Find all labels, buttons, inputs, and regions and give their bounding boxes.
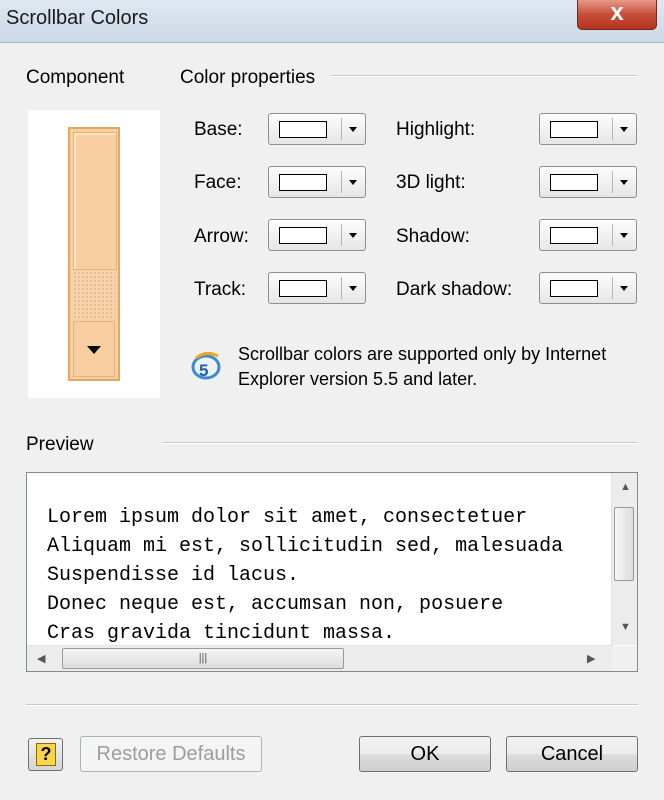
component-label: Component xyxy=(26,67,125,88)
color-properties-label: Color properties xyxy=(180,67,316,88)
scrollbar-sample xyxy=(28,110,160,398)
preview-text: Lorem ipsum dolor sit amet, consectetuer… xyxy=(47,503,607,648)
preview-line: Aliquam mi est, sollicitudin sed, malesu… xyxy=(47,535,564,558)
base-label: Base: xyxy=(194,119,243,140)
preview-line: Donec neque est, accumsan non, posuere xyxy=(47,593,504,616)
horizontal-scroll-thumb[interactable]: ||| xyxy=(62,648,344,669)
face-color-picker[interactable] xyxy=(268,166,366,198)
arrow-color-swatch xyxy=(279,227,327,244)
track-color-picker[interactable] xyxy=(268,272,366,304)
highlight-color-picker[interactable] xyxy=(539,113,637,145)
ie5-icon: 5 xyxy=(191,351,221,380)
cancel-button[interactable]: Cancel xyxy=(506,736,638,772)
face-color-swatch xyxy=(279,174,327,191)
title-bar: Scrollbar Colors x xyxy=(0,0,664,43)
vertical-scroll-thumb[interactable] xyxy=(614,507,634,581)
base-color-picker[interactable] xyxy=(268,113,366,145)
chevron-down-icon xyxy=(620,233,628,238)
close-button[interactable]: x xyxy=(577,0,657,30)
3d-light-color-picker[interactable] xyxy=(539,166,637,198)
scroll-up-icon[interactable]: ▲ xyxy=(620,481,631,493)
svg-text:5: 5 xyxy=(199,361,208,380)
arrow-label: Arrow: xyxy=(194,226,249,247)
preview-line: Cras gravida tincidunt massa. xyxy=(47,622,396,645)
dark-shadow-label: Dark shadow: xyxy=(396,279,513,300)
color-properties-divider xyxy=(330,75,638,77)
close-icon: x xyxy=(610,0,624,26)
3d-light-label: 3D light: xyxy=(396,172,466,193)
chevron-down-icon xyxy=(349,180,357,185)
shadow-label: Shadow: xyxy=(396,226,470,247)
scroll-left-icon[interactable]: ◀ xyxy=(37,652,45,665)
base-color-swatch xyxy=(279,121,327,138)
scrollbar-sample-track xyxy=(73,271,115,319)
window-title: Scrollbar Colors xyxy=(6,7,149,29)
scrollbar-sample-outer xyxy=(68,127,120,381)
dark-shadow-color-swatch xyxy=(550,280,598,297)
chevron-down-icon xyxy=(349,286,357,291)
ok-button[interactable]: OK xyxy=(359,736,491,772)
chevron-down-icon xyxy=(620,180,628,185)
footer-divider xyxy=(26,704,638,706)
preview-line: Suspendisse id lacus. xyxy=(47,564,300,587)
preview-horizontal-scrollbar[interactable]: ◀ ||| ▶ xyxy=(27,645,613,671)
dark-shadow-color-picker[interactable] xyxy=(539,272,637,304)
down-arrow-icon xyxy=(87,346,101,354)
arrow-color-picker[interactable] xyxy=(268,219,366,251)
shadow-color-swatch xyxy=(550,227,598,244)
help-button[interactable]: ? xyxy=(28,738,63,771)
scrollbar-sample-thumb xyxy=(73,132,117,270)
track-color-swatch xyxy=(279,280,327,297)
preview-vertical-scrollbar[interactable]: ▲ ▼ xyxy=(611,473,637,645)
3d-light-color-swatch xyxy=(550,174,598,191)
preview-divider xyxy=(162,442,638,444)
preview-label: Preview xyxy=(26,434,94,455)
scroll-right-icon[interactable]: ▶ xyxy=(587,652,595,665)
track-label: Track: xyxy=(194,279,247,300)
preview-area[interactable]: Lorem ipsum dolor sit amet, consectetuer… xyxy=(26,472,638,672)
restore-defaults-button[interactable]: Restore Defaults xyxy=(80,736,262,772)
scrollbar-sample-arrow-button xyxy=(73,321,115,377)
highlight-label: Highlight: xyxy=(396,119,476,140)
chevron-down-icon xyxy=(620,286,628,291)
chevron-down-icon xyxy=(620,127,628,132)
info-text-line1: Scrollbar colors are supported only by I… xyxy=(238,344,607,364)
preview-line: Lorem ipsum dolor sit amet, consectetuer xyxy=(47,506,528,529)
chevron-down-icon xyxy=(349,127,357,132)
face-label: Face: xyxy=(194,172,242,193)
shadow-color-picker[interactable] xyxy=(539,219,637,251)
scrollbar-corner xyxy=(612,646,637,671)
scroll-down-icon[interactable]: ▼ xyxy=(620,621,631,633)
chevron-down-icon xyxy=(349,233,357,238)
help-icon: ? xyxy=(36,743,56,766)
highlight-color-swatch xyxy=(550,121,598,138)
info-text-line2: Explorer version 5.5 and later. xyxy=(238,369,478,389)
